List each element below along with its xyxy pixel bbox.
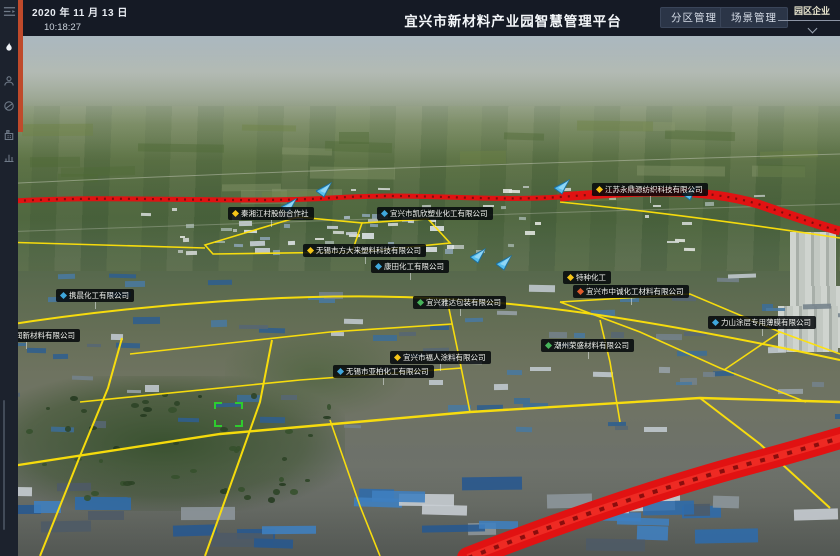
label-stem <box>631 298 632 305</box>
label-stem <box>650 196 651 203</box>
zone-management-button[interactable]: 分区管理 <box>660 7 728 28</box>
label-icon <box>417 299 424 306</box>
labels-layer: 秦湘江村股份合作社 宜兴市凯欣塑业化工有限公司 江苏永鼎源纺织科技有限公司无锡市方大… <box>0 36 840 556</box>
map-viewport[interactable]: 秦湘江村股份合作社 宜兴市凯欣塑业化工有限公司 江苏永鼎源纺织科技有限公司无锡市方大… <box>0 36 840 556</box>
map-label[interactable]: 潮州荣盛材料有限公司 <box>541 339 634 352</box>
label-text: 潮州荣盛材料有限公司 <box>554 341 629 350</box>
label-icon <box>307 247 314 254</box>
map-label[interactable]: 宜兴市凯欣塑业化工有限公司 <box>377 207 493 220</box>
label-icon <box>60 292 67 299</box>
label-text: 宜兴市福人涂料有限公司 <box>403 353 486 362</box>
accent-strip <box>18 0 23 132</box>
map-label[interactable]: 力山涂层专用薄膜有限公司 <box>708 316 816 329</box>
label-text: 携晨化工有限公司 <box>69 291 129 300</box>
label-text: 江苏永鼎源纺织科技有限公司 <box>605 185 703 194</box>
chart-icon[interactable] <box>0 148 18 166</box>
label-text: 无锡市方大来塑料科技有限公司 <box>316 246 421 255</box>
current-time: 10:18:27 <box>44 22 128 33</box>
label-text: 秦湘江村股份合作社 <box>241 209 309 218</box>
sidebar <box>0 0 18 556</box>
map-label[interactable]: 无锡市亚柏化工有限公司 <box>333 365 434 378</box>
label-stem <box>365 257 366 264</box>
label-icon <box>337 368 344 375</box>
label-icon <box>232 210 239 217</box>
label-stem <box>26 342 27 349</box>
park-enterprise-dropdown[interactable]: 园区企业 <box>778 2 840 32</box>
label-icon <box>375 263 382 270</box>
label-icon <box>381 210 388 217</box>
label-stem <box>410 273 411 280</box>
label-stem <box>460 309 461 316</box>
user-icon[interactable] <box>0 72 18 90</box>
label-text: 康田化工有限公司 <box>384 262 444 271</box>
current-date: 2020 年 11 月 13 日 <box>32 4 128 19</box>
label-stem <box>271 220 272 227</box>
sidebar-scrollbar[interactable] <box>3 400 5 530</box>
label-text: 特种化工 <box>576 273 606 282</box>
label-stem <box>440 364 441 371</box>
label-text: 宜兴市中诚化工材料有限公司 <box>586 287 684 296</box>
map-label[interactable]: 宜兴市福人涂料有限公司 <box>390 351 491 364</box>
label-stem <box>762 329 763 336</box>
dropdown-label: 园区企业 <box>778 2 840 20</box>
page-title: 宜兴市新材料产业园智慧管理平台 <box>404 10 622 30</box>
label-stem <box>435 220 436 227</box>
label-icon <box>712 319 719 326</box>
label-text: 无锡市亚柏化工有限公司 <box>346 367 429 376</box>
label-text: 力山涂层专用薄膜有限公司 <box>721 318 811 327</box>
map-label[interactable]: 携晨化工有限公司 <box>56 289 134 302</box>
map-label[interactable]: 康田化工有限公司 <box>371 260 449 273</box>
label-text: 宜兴市凯欣塑业化工有限公司 <box>390 209 488 218</box>
map-label[interactable]: 宜兴市中诚化工材料有限公司 <box>573 285 689 298</box>
app-root: 2020 年 11 月 13 日 10:18:27 宜兴市新材料产业园智慧管理平… <box>0 0 840 556</box>
menu-icon[interactable] <box>0 2 18 20</box>
topbar: 2020 年 11 月 13 日 10:18:27 宜兴市新材料产业园智慧管理平… <box>18 0 840 36</box>
chevron-down-icon <box>807 24 817 34</box>
globe-icon[interactable] <box>0 97 18 115</box>
factory-icon[interactable] <box>0 126 18 144</box>
label-stem <box>95 302 96 309</box>
label-icon <box>394 354 401 361</box>
map-label[interactable]: 特种化工 <box>563 271 611 284</box>
flame-icon[interactable] <box>0 38 18 56</box>
label-icon <box>545 342 552 349</box>
map-label[interactable]: 江苏永鼎源纺织科技有限公司 <box>592 183 708 196</box>
label-icon <box>567 274 574 281</box>
label-icon <box>596 186 603 193</box>
label-icon <box>577 288 584 295</box>
map-label[interactable]: 宜兴雅达包装有限公司 <box>413 296 506 309</box>
map-label[interactable]: 秦湘江村股份合作社 <box>228 207 314 220</box>
label-stem <box>588 352 589 359</box>
datetime: 2020 年 11 月 13 日 10:18:27 <box>32 4 128 33</box>
label-stem <box>383 378 384 385</box>
label-text: 宜兴雅达包装有限公司 <box>426 298 501 307</box>
map-label[interactable]: 无锡市方大来塑料科技有限公司 <box>303 244 426 257</box>
divider <box>778 20 840 21</box>
